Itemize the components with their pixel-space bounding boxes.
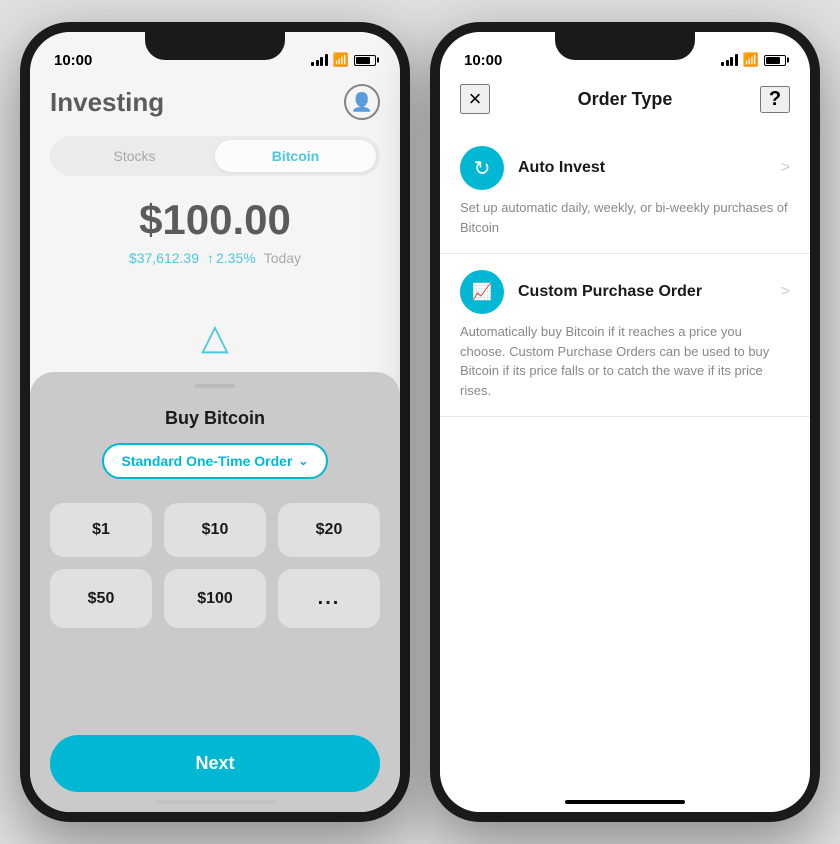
- btc-change: ↑ 2.35%: [207, 250, 256, 266]
- custom-purchase-row: 📈 Custom Purchase Order >: [460, 270, 790, 314]
- status-bar-left: 10:00 📶: [30, 32, 400, 76]
- order-type-header: × Order Type ?: [440, 76, 810, 130]
- status-icons-left: 📶: [311, 52, 376, 68]
- home-indicator-right: [565, 800, 685, 804]
- sheet-handle: [195, 384, 235, 388]
- chart-area: △: [50, 278, 380, 358]
- amount-btn-more[interactable]: ...: [278, 569, 380, 628]
- custom-purchase-option[interactable]: 📈 Custom Purchase Order > Automatically …: [440, 254, 810, 417]
- amount-btn-10[interactable]: $10: [164, 503, 266, 557]
- next-button[interactable]: Next: [50, 735, 380, 792]
- tab-stocks[interactable]: Stocks: [54, 140, 215, 172]
- auto-invest-chevron: >: [781, 159, 790, 177]
- battery-icon: [354, 55, 376, 66]
- help-button[interactable]: ?: [760, 86, 790, 113]
- signal-icon-right: [721, 54, 738, 66]
- amount-btn-1[interactable]: $1: [50, 503, 152, 557]
- btc-sub-info: $37,612.39 ↑ 2.35% Today: [50, 250, 380, 266]
- buy-bottom-sheet: Buy Bitcoin Standard One-Time Order ⌄ $1…: [30, 372, 400, 812]
- custom-purchase-left: 📈 Custom Purchase Order: [460, 270, 702, 314]
- investing-background: Investing 👤 Stocks Bitcoin $100.00 $37,6…: [30, 76, 400, 358]
- status-time-right: 10:00: [464, 52, 502, 69]
- btc-price-main: $100.00: [50, 196, 380, 244]
- signal-icon: [311, 54, 328, 66]
- battery-icon-right: [764, 55, 786, 66]
- btc-chart-icon: △: [201, 316, 229, 358]
- order-type-label: Standard One-Time Order: [122, 453, 293, 469]
- btc-change-pct: 2.35%: [216, 250, 256, 266]
- auto-invest-option[interactable]: ↻ Auto Invest > Set up automatic daily, …: [440, 130, 810, 254]
- amount-btn-100[interactable]: $100: [164, 569, 266, 628]
- status-icons-right: 📶: [721, 52, 786, 68]
- auto-invest-left: ↻ Auto Invest: [460, 146, 605, 190]
- auto-invest-desc: Set up automatic daily, weekly, or bi-we…: [460, 198, 790, 237]
- order-type-title: Order Type: [578, 89, 673, 110]
- amount-grid: $1 $10 $20 $50 $100 ...: [50, 503, 380, 628]
- sheet-title: Buy Bitcoin: [165, 408, 265, 429]
- tab-bitcoin[interactable]: Bitcoin: [215, 140, 376, 172]
- chevron-down-icon: ⌄: [298, 454, 308, 468]
- today-label: Today: [264, 250, 301, 266]
- arrow-up-icon: ↑: [207, 250, 214, 266]
- auto-invest-row: ↻ Auto Invest >: [460, 146, 790, 190]
- custom-purchase-icon: 📈: [460, 270, 504, 314]
- btc-balance: $100.00: [50, 196, 380, 244]
- investing-header: Investing 👤: [50, 76, 380, 136]
- auto-invest-icon: ↻: [460, 146, 504, 190]
- investing-title: Investing: [50, 87, 164, 118]
- wifi-icon: 📶: [333, 52, 349, 68]
- left-phone: 10:00 📶 Investing 👤 Sto: [20, 22, 410, 822]
- custom-purchase-desc: Automatically buy Bitcoin if it reaches …: [460, 322, 790, 400]
- user-avatar-icon[interactable]: 👤: [344, 84, 380, 120]
- custom-purchase-chevron: >: [781, 283, 790, 301]
- order-type-dropdown[interactable]: Standard One-Time Order ⌄: [102, 443, 329, 479]
- wifi-icon-right: 📶: [743, 52, 759, 68]
- btc-price: $37,612.39: [129, 250, 199, 266]
- auto-invest-name: Auto Invest: [518, 159, 605, 177]
- close-button[interactable]: ×: [460, 84, 490, 114]
- amount-btn-20[interactable]: $20: [278, 503, 380, 557]
- custom-purchase-name: Custom Purchase Order: [518, 283, 702, 301]
- tab-bar: Stocks Bitcoin: [50, 136, 380, 176]
- status-time-left: 10:00: [54, 52, 92, 69]
- right-phone: 10:00 📶 × Order Type ?: [430, 22, 820, 822]
- amount-btn-50[interactable]: $50: [50, 569, 152, 628]
- status-bar-right: 10:00 📶: [440, 32, 810, 76]
